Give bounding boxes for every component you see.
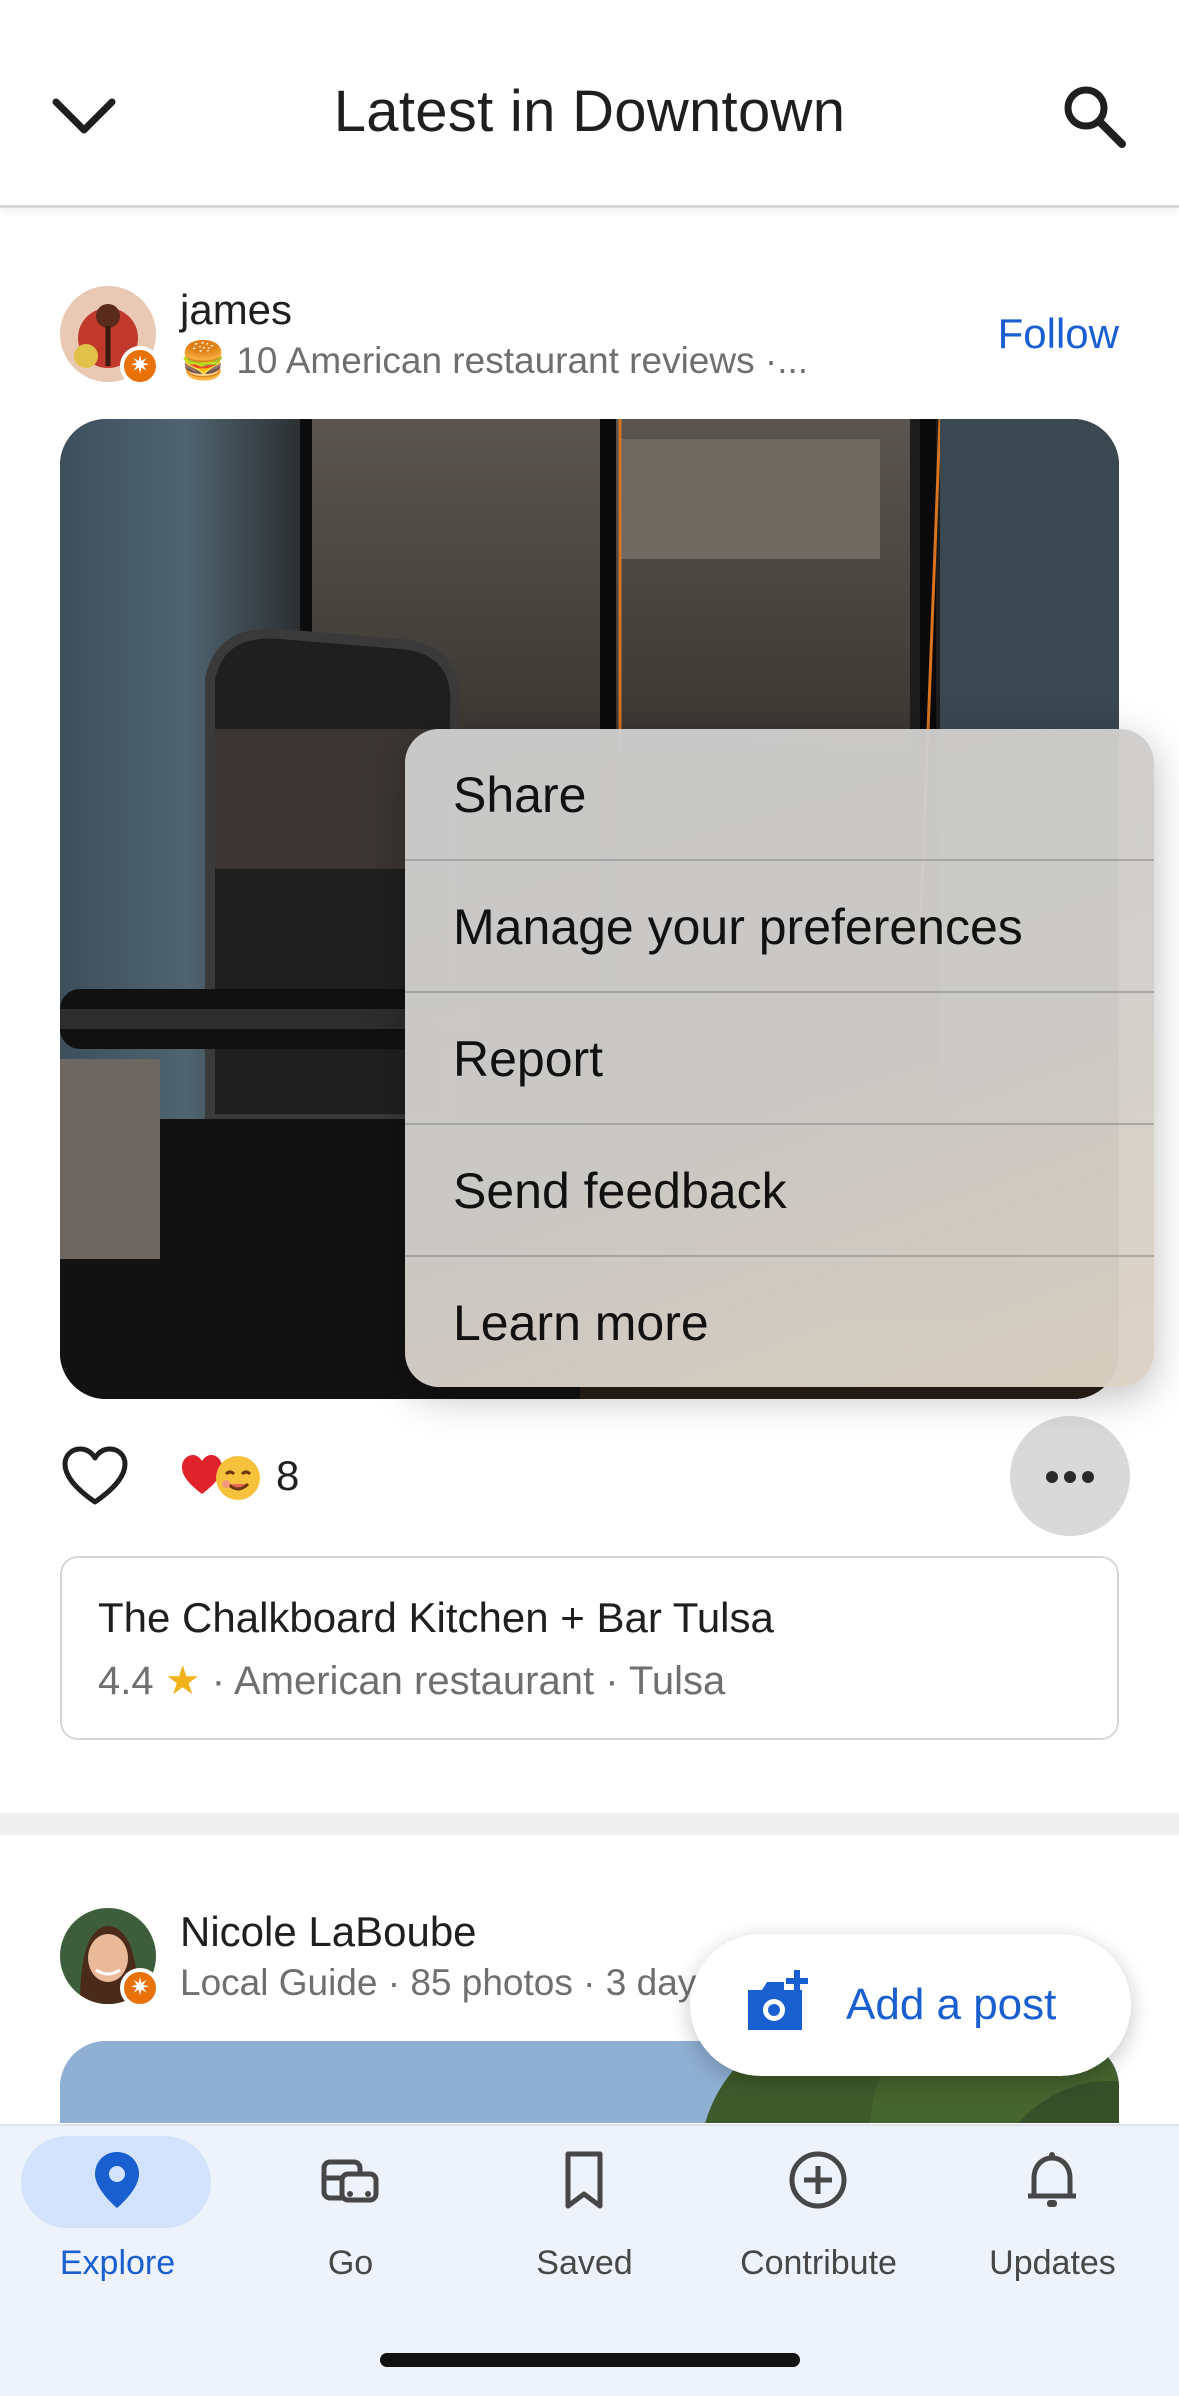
post-divider bbox=[0, 1813, 1179, 1835]
add-post-button[interactable]: Add a post bbox=[690, 1934, 1131, 2076]
author-meta: 🍔 10 American restaurant reviews ·... bbox=[180, 340, 808, 383]
add-post-label: Add a post bbox=[846, 1980, 1057, 2029]
avatar[interactable]: ✷ bbox=[60, 1908, 160, 2008]
commute-icon bbox=[321, 2159, 379, 2203]
nav-contribute[interactable]: Contribute bbox=[701, 2126, 936, 2306]
place-name: The Chalkboard Kitchen + Bar Tulsa bbox=[98, 1594, 774, 1641]
more-options-button[interactable] bbox=[1010, 1416, 1130, 1536]
menu-item-send-feedback[interactable]: Send feedback bbox=[405, 1125, 1154, 1257]
add-circle-icon bbox=[789, 2151, 847, 2209]
author-name[interactable]: Nicole LaBoube bbox=[180, 1908, 477, 1956]
place-card[interactable]: The Chalkboard Kitchen + Bar Tulsa 4.4 ★… bbox=[60, 1556, 1119, 1740]
nav-label: Explore bbox=[59, 2244, 176, 2282]
home-indicator[interactable] bbox=[380, 2353, 800, 2367]
nav-label: Updates bbox=[989, 2244, 1116, 2282]
burger-emoji-icon: 🍔 bbox=[180, 340, 227, 381]
avatar[interactable]: ✷ bbox=[60, 286, 160, 386]
post-header: ✷ james 🍔 10 American restaurant reviews… bbox=[0, 286, 1179, 396]
nav-go[interactable]: Go bbox=[233, 2126, 468, 2306]
place-rating: 4.4 bbox=[98, 1659, 154, 1703]
place-meta: 4.4 ★ · American restaurant · Tulsa bbox=[98, 1658, 725, 1704]
follow-button[interactable]: Follow bbox=[998, 310, 1119, 358]
menu-item-report[interactable]: Report bbox=[405, 993, 1154, 1125]
search-icon[interactable] bbox=[1058, 80, 1130, 152]
reactions-icon[interactable] bbox=[180, 1448, 264, 1504]
menu-item-manage-preferences[interactable]: Manage your preferences bbox=[405, 861, 1154, 993]
top-app-bar: Latest in Downtown bbox=[0, 0, 1179, 208]
nav-label: Contribute bbox=[740, 2244, 897, 2282]
bell-icon bbox=[1028, 2152, 1076, 2207]
heart-outline-icon[interactable] bbox=[62, 1446, 128, 1506]
nav-updates[interactable]: Updates bbox=[935, 2126, 1170, 2306]
menu-item-learn-more[interactable]: Learn more bbox=[405, 1257, 1154, 1387]
reaction-count: 8 bbox=[276, 1452, 300, 1499]
post-options-menu: Share Manage your preferences Report Sen… bbox=[405, 729, 1154, 1387]
author-name[interactable]: james bbox=[180, 286, 292, 334]
local-guide-badge-icon: ✷ bbox=[120, 346, 160, 386]
place-details: · American restaurant · Tulsa bbox=[211, 1659, 726, 1703]
nav-saved[interactable]: Saved bbox=[467, 2126, 702, 2306]
location-pin-icon bbox=[95, 2152, 139, 2208]
nav-label: Saved bbox=[536, 2244, 633, 2282]
page-title: Latest in Downtown bbox=[333, 79, 846, 144]
more-dot bbox=[1082, 1471, 1094, 1483]
menu-item-share[interactable]: Share bbox=[405, 729, 1154, 861]
nav-explore[interactable]: Explore bbox=[0, 2126, 235, 2306]
bookmark-icon bbox=[565, 2151, 603, 2209]
local-guide-badge-icon: ✷ bbox=[120, 1968, 160, 2008]
star-icon: ★ bbox=[164, 1659, 201, 1703]
author-meta: Local Guide · 85 photos · 3 day bbox=[180, 1962, 697, 2003]
more-dots-icon bbox=[1046, 1471, 1058, 1483]
author-meta-text: 10 American restaurant reviews ·... bbox=[236, 340, 809, 381]
more-dot bbox=[1064, 1471, 1076, 1483]
add-photo-icon bbox=[748, 1970, 808, 2030]
nav-label: Go bbox=[327, 2244, 374, 2282]
post-actions: 8 bbox=[0, 1416, 1179, 1536]
